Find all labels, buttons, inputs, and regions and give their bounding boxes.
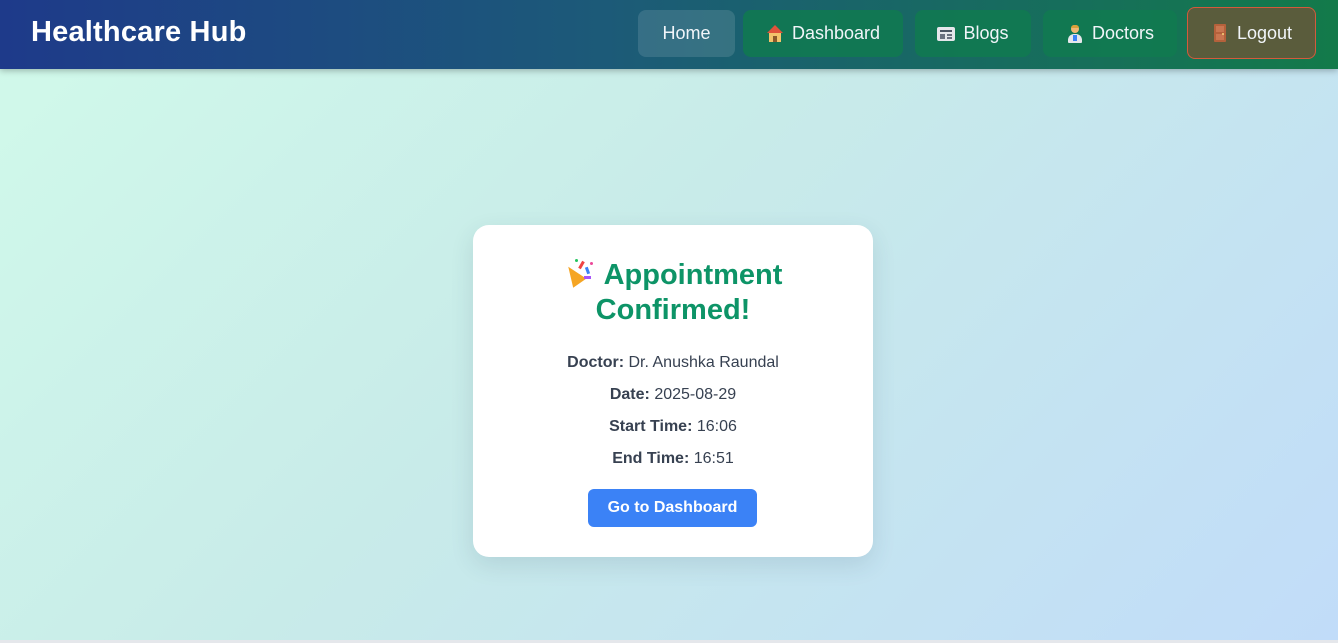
newspaper-icon	[937, 25, 956, 43]
house-icon	[766, 24, 784, 43]
nav-dashboard-label: Dashboard	[791, 23, 881, 43]
date-row: Date: 2025-08-29	[473, 386, 873, 404]
nav-home-label: Home	[662, 23, 711, 43]
start-time-row: Start Time: 16:06	[473, 418, 873, 436]
nav-dashboard-button[interactable]: Dashboard	[743, 10, 903, 57]
nav-blogs-label: Blogs	[963, 23, 1009, 43]
title-line-2: Confirmed!	[595, 294, 751, 326]
door-icon	[1211, 24, 1229, 42]
end-time-label: End Time:	[612, 450, 690, 467]
confirmation-title: Appointment Confirmed!	[473, 258, 873, 328]
end-time-row: End Time: 16:51	[473, 450, 873, 468]
start-time-label: Start Time:	[609, 418, 693, 435]
party-popper-icon	[561, 259, 594, 288]
nav-home-button[interactable]: Home	[638, 10, 735, 57]
title-line-1: Appointment	[603, 259, 783, 291]
nav-doctors-button[interactable]: Doctors	[1043, 10, 1177, 57]
doctor-label: Doctor:	[567, 354, 625, 371]
end-time-value: 16:51	[693, 450, 734, 467]
doctor-icon	[1066, 24, 1084, 43]
start-time-value: 16:06	[696, 418, 737, 435]
date-label: Date:	[609, 386, 650, 403]
confirmation-card: Appointment Confirmed! Doctor: Dr. Anush…	[473, 225, 873, 557]
doctor-row: Doctor: Dr. Anushka Raundal	[473, 354, 873, 372]
go-to-dashboard-button[interactable]: Go to Dashboard	[588, 489, 757, 527]
nav-blogs-button[interactable]: Blogs	[915, 10, 1031, 57]
date-value: 2025-08-29	[654, 386, 737, 403]
nav-doctors-label: Doctors	[1091, 23, 1154, 43]
logout-label: Logout	[1236, 22, 1293, 43]
brand-title[interactable]: Healthcare Hub	[31, 16, 247, 49]
logout-button[interactable]: Logout	[1187, 7, 1316, 59]
doctor-value: Dr. Anushka Raundal	[628, 354, 779, 371]
top-navbar: Healthcare Hub Home Dashboard Blogs Doct…	[0, 0, 1338, 69]
